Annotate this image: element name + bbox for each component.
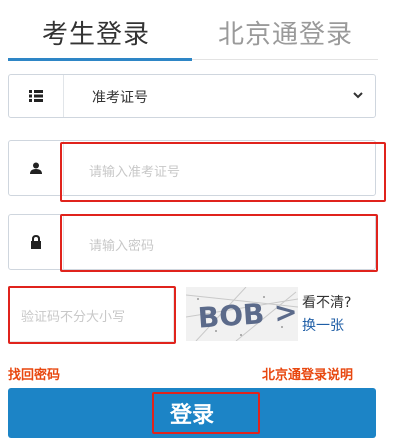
- tab-beijing-login[interactable]: 北京通登录: [218, 14, 353, 51]
- user-icon-addon: [9, 141, 64, 195]
- user-icon: [30, 162, 42, 174]
- chevron-down-icon: [353, 92, 363, 99]
- password-highlight: [60, 214, 378, 272]
- cant-see-label: 看不清?: [302, 295, 352, 311]
- id-type-selected: 准考证号: [92, 90, 148, 106]
- login-button-highlight: [152, 392, 260, 434]
- tab-exam-login[interactable]: 考生登录: [42, 14, 150, 51]
- tab-divider: [192, 59, 378, 60]
- list-icon: [29, 90, 43, 102]
- captcha-image[interactable]: BOB >: [186, 287, 298, 341]
- lock-icon-addon: [9, 215, 64, 269]
- captcha-text: BOB >: [197, 295, 298, 335]
- list-icon-addon: [9, 75, 64, 117]
- id-type-select[interactable]: 准考证号: [8, 74, 376, 118]
- lock-icon: [31, 235, 41, 249]
- refresh-captcha-link[interactable]: 换一张: [302, 315, 344, 335]
- active-tab-indicator: [8, 58, 192, 61]
- login-tabs: 考生登录 北京通登录: [0, 0, 406, 62]
- beijing-login-help-link[interactable]: 北京通登录说明: [262, 364, 353, 383]
- forgot-password-link[interactable]: 找回密码: [8, 364, 60, 383]
- captcha-highlight: [8, 286, 176, 344]
- exam-number-highlight: [60, 142, 386, 202]
